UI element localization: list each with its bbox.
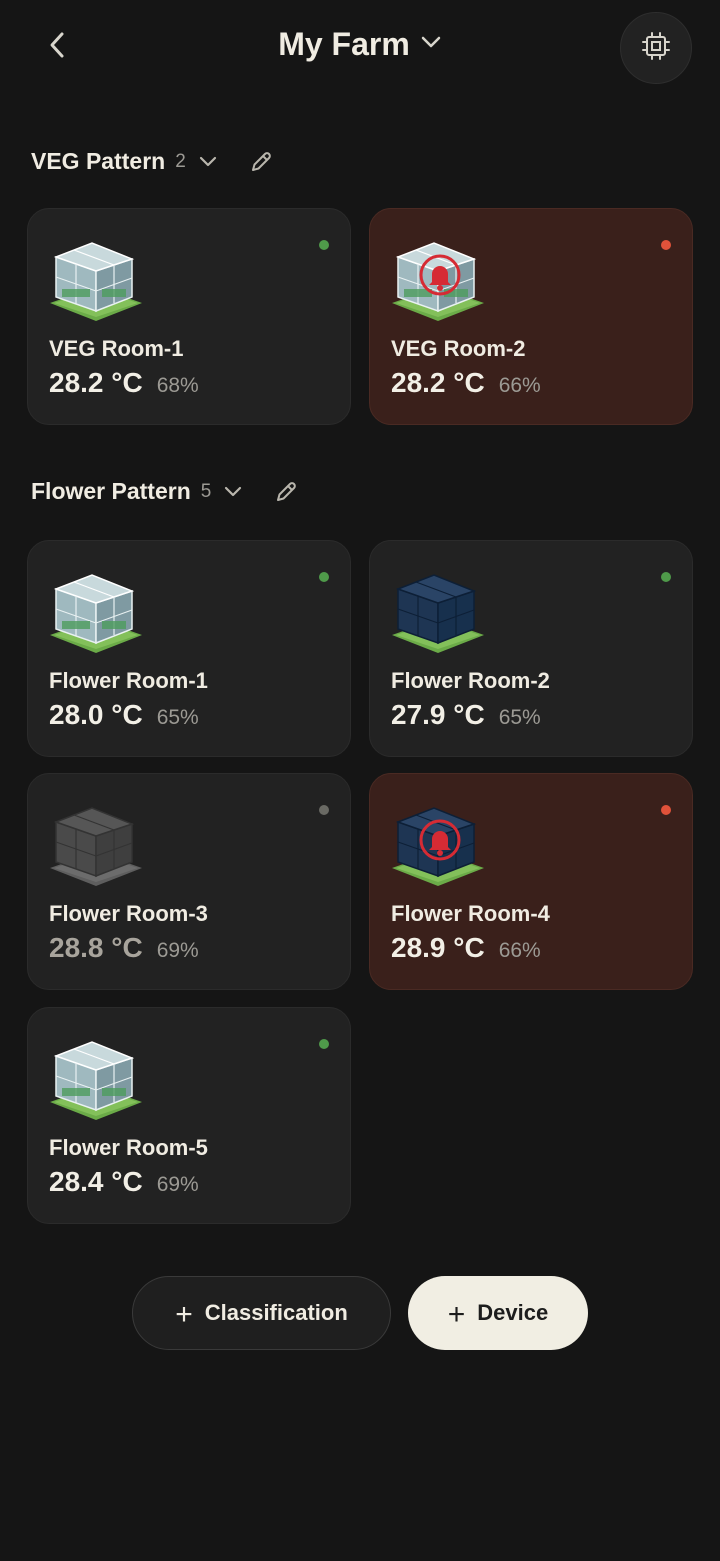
section-count: 2: [175, 150, 186, 172]
greenhouse-icon: [388, 563, 488, 655]
humidity-value: 68%: [156, 374, 199, 397]
temperature-value: 27.9 °C: [391, 699, 485, 730]
temperature-value: 28.9 °C: [391, 932, 485, 963]
status-dot: [319, 240, 329, 250]
temperature-value: 28.2 °C: [391, 367, 485, 398]
section-count: 5: [200, 480, 212, 502]
pencil-icon[interactable]: [273, 479, 299, 505]
add-device-button[interactable]: + Device: [408, 1276, 588, 1350]
room-readings: 27.9 °C 65%: [391, 699, 541, 731]
page-title: My Farm: [278, 26, 410, 62]
room-readings: 28.8 °C 69%: [49, 932, 199, 964]
humidity-value: 69%: [156, 1173, 199, 1196]
app-header: My Farm: [0, 0, 720, 95]
room-card[interactable]: Flower Room-2 27.9 °C 65%: [369, 540, 693, 757]
status-dot: [661, 805, 671, 815]
chevron-down-icon[interactable]: [223, 486, 243, 498]
chevron-down-icon[interactable]: [198, 156, 218, 168]
greenhouse-icon: [46, 563, 146, 655]
status-dot: [319, 572, 329, 582]
chip-icon: [640, 30, 672, 67]
pencil-icon[interactable]: [248, 149, 274, 175]
room-name: VEG Room-2: [391, 336, 526, 361]
room-card[interactable]: VEG Room-1 28.2 °C 68%: [27, 208, 351, 425]
add-device-label: Device: [477, 1300, 549, 1325]
room-name: VEG Room-1: [49, 336, 184, 361]
chevron-down-icon: [420, 35, 442, 54]
status-dot: [319, 1039, 329, 1049]
humidity-value: 65%: [156, 706, 199, 729]
room-card[interactable]: Flower Room-1 28.0 °C 65%: [27, 540, 351, 757]
temperature-value: 28.2 °C: [49, 367, 143, 398]
room-card[interactable]: VEG Room-2 28.2 °C 66%: [369, 208, 693, 425]
humidity-value: 66%: [498, 939, 541, 962]
plus-icon: +: [447, 1297, 466, 1331]
temperature-value: 28.4 °C: [49, 1166, 143, 1197]
humidity-value: 65%: [498, 706, 541, 729]
greenhouse-icon: [46, 231, 146, 323]
humidity-value: 69%: [156, 939, 199, 962]
add-classification-button[interactable]: + Classification: [132, 1276, 391, 1350]
greenhouse-icon: [46, 796, 146, 888]
section-header-veg: VEG Pattern 2: [31, 148, 274, 175]
section-title: VEG Pattern: [31, 148, 166, 174]
plus-icon: +: [175, 1297, 193, 1331]
status-dot: [319, 805, 329, 815]
room-name: Flower Room-5: [49, 1135, 208, 1160]
room-name: Flower Room-4: [391, 901, 550, 926]
room-card[interactable]: Flower Room-5 28.4 °C 69%: [27, 1007, 351, 1224]
temperature-value: 28.0 °C: [49, 699, 143, 730]
room-readings: 28.2 °C 66%: [391, 367, 541, 399]
status-dot: [661, 240, 671, 250]
room-readings: 28.0 °C 65%: [49, 699, 199, 731]
add-classification-label: Classification: [204, 1300, 348, 1325]
temperature-value: 28.8 °C: [49, 932, 143, 963]
room-name: Flower Room-3: [49, 901, 208, 926]
farm-selector[interactable]: My Farm: [0, 26, 720, 63]
room-card[interactable]: Flower Room-4 28.9 °C 66%: [369, 773, 693, 990]
bell-icon: [388, 796, 488, 888]
room-readings: 28.2 °C 68%: [49, 367, 199, 399]
room-card[interactable]: Flower Room-3 28.8 °C 69%: [27, 773, 351, 990]
humidity-value: 66%: [498, 374, 541, 397]
section-header-flower: Flower Pattern 5: [31, 478, 299, 505]
device-chip-button[interactable]: [620, 12, 692, 84]
status-dot: [661, 572, 671, 582]
room-name: Flower Room-1: [49, 668, 208, 693]
bell-icon: [388, 231, 488, 323]
section-title: Flower Pattern: [31, 478, 191, 504]
room-readings: 28.9 °C 66%: [391, 932, 541, 964]
greenhouse-icon: [46, 1030, 146, 1122]
room-readings: 28.4 °C 69%: [49, 1166, 199, 1198]
room-name: Flower Room-2: [391, 668, 550, 693]
